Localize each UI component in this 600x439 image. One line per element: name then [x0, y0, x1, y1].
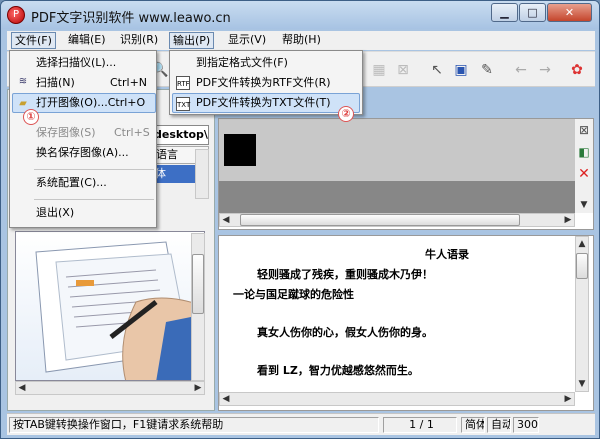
color-palette-icon[interactable]: ✿: [567, 60, 587, 80]
preview-vscroll-thumb[interactable]: [192, 254, 204, 314]
menu-scan[interactable]: 扫描(N): [36, 73, 116, 93]
close-small-icon[interactable]: ⊠: [575, 121, 593, 139]
image-horizontal-scrollbar[interactable]: ◀ ▶: [219, 213, 575, 227]
image-canvas[interactable]: [219, 119, 575, 181]
language-scrollbar[interactable]: [195, 149, 209, 199]
minimize-button[interactable]: ▁: [491, 3, 518, 22]
menu-file[interactable]: 文件(F): [11, 32, 56, 49]
path-field[interactable]: desktop\: [151, 125, 209, 145]
image-side-toolbar: ⊠ ◧ ✕ ▼: [575, 119, 593, 213]
pointer-icon[interactable]: ↖: [427, 60, 447, 80]
menu-bar: 文件(F) 编辑(E) 识别(R) 输出(P) 显示(V) 帮助(H): [7, 31, 595, 50]
text-vscroll-thumb[interactable]: [576, 253, 588, 279]
menu-pdf-to-rtf[interactable]: PDF文件转换为RTF文件(R): [196, 73, 360, 93]
text-horizontal-scrollbar[interactable]: ◀ ▶: [219, 392, 575, 406]
step-badge-2: ②: [338, 106, 354, 122]
step-badge-1: ①: [23, 109, 39, 125]
text-title: 牛人语录: [425, 248, 469, 261]
text-scroll-down-icon[interactable]: ▼: [576, 378, 588, 390]
menu-output[interactable]: 输出(P): [169, 32, 215, 49]
text-scroll-right-icon[interactable]: ▶: [562, 393, 574, 405]
menu-pdf-to-txt[interactable]: PDF文件转换为TXT文件(T): [196, 93, 360, 113]
window-title: PDF文字识别软件 www.leawo.cn: [31, 11, 231, 26]
status-page: 1 / 1: [383, 417, 457, 433]
pen-icon[interactable]: ✎: [477, 60, 497, 80]
rtf-file-icon: RTF: [176, 76, 190, 90]
recognized-text-panel[interactable]: 牛人语录 轻则骚成了残疾，重则骚成木乃伊！ 一论与国足蹴球的危险性 真女人伤你的…: [218, 235, 594, 411]
menu-exit[interactable]: 退出(X): [36, 203, 154, 223]
text-scroll-up-icon[interactable]: ▲: [576, 238, 588, 250]
image-gray-region: [219, 181, 575, 213]
status-help-text: 按TAB键转换操作窗口，F1键请求系统帮助: [9, 417, 379, 433]
status-script: 简体: [461, 417, 485, 433]
menu-scan-shortcut: Ctrl+N: [110, 76, 148, 89]
status-dpi: 300: [513, 417, 539, 433]
image-scroll-right-icon[interactable]: ▶: [562, 214, 574, 226]
document-hand-illustration: [35, 241, 204, 380]
preview-horizontal-scrollbar[interactable]: ◀ ▶: [15, 381, 205, 395]
arrow-right-icon[interactable]: →: [535, 60, 555, 80]
select-region-icon[interactable]: ▣: [451, 60, 471, 80]
menu-save-image-as[interactable]: 换名保存图像(A)...: [36, 143, 154, 163]
remove-icon[interactable]: ✕: [575, 165, 593, 183]
status-mode: 自动: [487, 417, 511, 433]
app-logo-icon: P: [7, 6, 25, 24]
image-black-region: [224, 134, 256, 166]
scroll-right-icon[interactable]: ▶: [192, 382, 204, 394]
menu-select-scanner[interactable]: 选择扫描仪(L)...: [36, 53, 154, 73]
recognize-icon[interactable]: ◧: [575, 143, 593, 161]
file-menu-dropdown: 选择扫描仪(L)... ≋ 扫描(N) Ctrl+N ▰ 打开图像(O)...C…: [9, 50, 157, 228]
menu-edit[interactable]: 编辑(E): [65, 32, 109, 49]
menu-separator: [34, 169, 154, 170]
menu-system-config[interactable]: 系统配置(C)...: [36, 173, 154, 193]
delete-region-icon[interactable]: ⊠: [393, 60, 413, 80]
menu-view[interactable]: 显示(V): [225, 32, 269, 49]
menu-save-image-shortcut: Ctrl+S: [114, 126, 150, 139]
scroll-left-icon[interactable]: ◀: [16, 382, 28, 394]
preview-vertical-scrollbar[interactable]: [191, 233, 205, 381]
menu-recognize[interactable]: 识别(R): [117, 32, 161, 49]
output-menu-dropdown: 到指定格式文件(F) RTF PDF文件转换为RTF文件(R) TXT PDF文…: [169, 50, 363, 115]
grid-icon[interactable]: ▦: [369, 60, 389, 80]
scroll-down-icon[interactable]: ▼: [578, 199, 590, 211]
text-scroll-left-icon[interactable]: ◀: [220, 393, 232, 405]
scan-icon: ≋: [18, 76, 28, 87]
menu-save-image[interactable]: 保存图像(S): [36, 123, 116, 143]
menu-open-image[interactable]: 打开图像(O)...Ctrl+O: [36, 93, 156, 113]
text-line-2: 一论与国足蹴球的危险性: [233, 288, 354, 301]
menu-help[interactable]: 帮助(H): [279, 32, 324, 49]
image-preview: [15, 231, 205, 381]
txt-file-icon: TXT: [176, 97, 190, 111]
image-hscroll-thumb[interactable]: [240, 214, 520, 226]
menu-separator: [34, 199, 154, 200]
status-bar: 按TAB键转换操作窗口，F1键请求系统帮助 1 / 1 简体 自动 300: [7, 413, 595, 435]
arrow-left-icon[interactable]: ←: [511, 60, 531, 80]
app-window: P PDF文字识别软件 www.leawo.cn ▁ □ ✕ 文件(F) 编辑(…: [0, 0, 600, 439]
menu-to-format-file[interactable]: 到指定格式文件(F): [196, 53, 356, 73]
maximize-button[interactable]: □: [519, 3, 546, 22]
text-vertical-scrollbar[interactable]: ▲ ▼: [575, 236, 589, 392]
text-line-3: 真女人伤你的心，假女人伤你的身。: [257, 326, 433, 339]
text-line-1: 轻则骚成了残疾，重则骚成木乃伊！: [257, 268, 433, 281]
title-bar: P PDF文字识别软件 www.leawo.cn ▁ □ ✕: [1, 1, 599, 29]
close-button[interactable]: ✕: [547, 3, 592, 22]
image-scroll-left-icon[interactable]: ◀: [220, 214, 232, 226]
text-line-4: 看到 LZ，智力优越感悠然而生。: [257, 364, 419, 377]
